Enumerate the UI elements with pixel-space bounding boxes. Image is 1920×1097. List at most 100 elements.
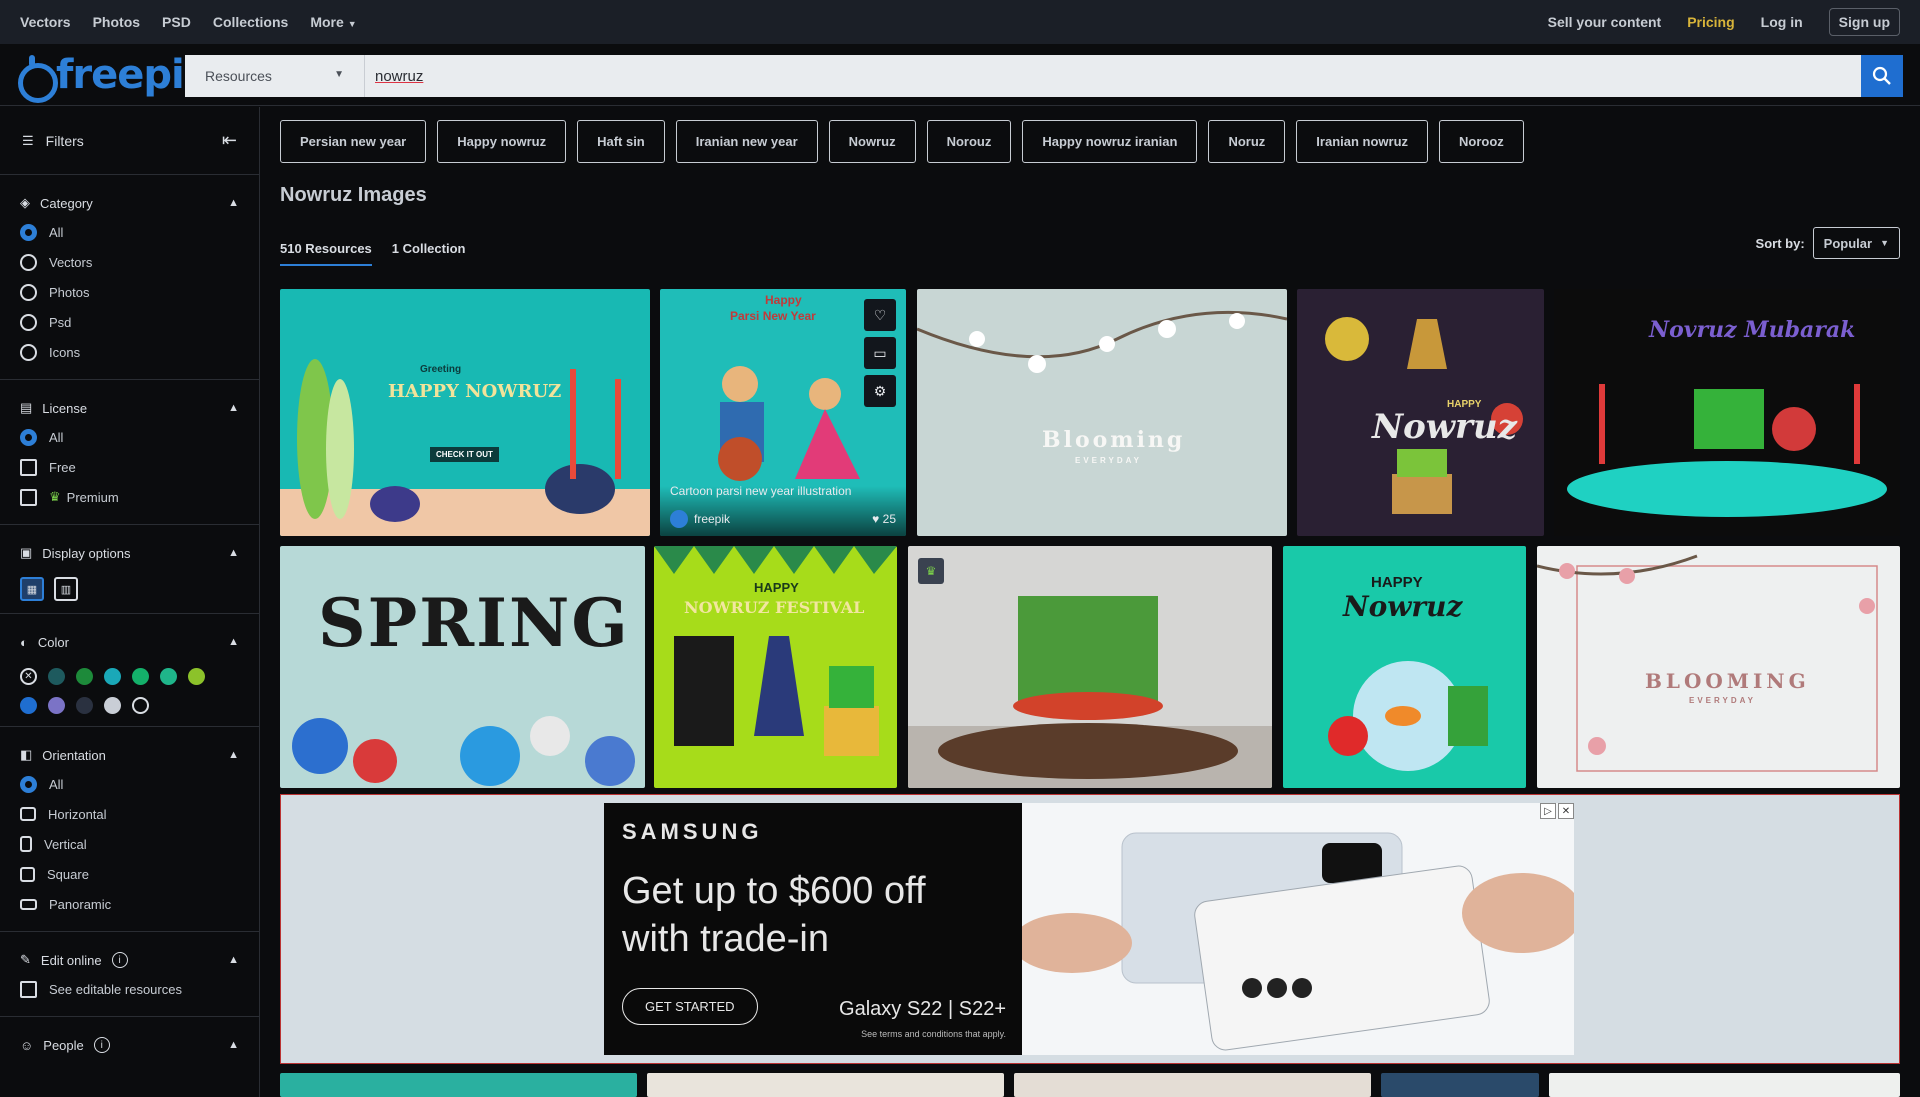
result-thumbnail[interactable] [280, 1073, 637, 1097]
author-name: freepik [694, 512, 731, 526]
category-title-row[interactable]: ◈ Category ▲ [20, 189, 239, 217]
license-option-premium[interactable]: ♛ Premium [20, 482, 239, 512]
orientation-title-row[interactable]: ◧ Orientation ▲ [20, 741, 239, 769]
checkbox [20, 488, 37, 506]
orientation-option-all[interactable]: All [20, 769, 239, 799]
category-option-vectors[interactable]: Vectors [20, 247, 239, 277]
close-icon[interactable]: ✕ [1558, 803, 1574, 819]
color-swatch[interactable] [76, 668, 93, 685]
radio-selected [20, 428, 37, 446]
result-thumbnail[interactable]: HAPPY NOWRUZ FESTIVAL [654, 546, 897, 788]
nav-collections[interactable]: Collections [213, 14, 288, 30]
people-title-row[interactable]: ☺ People i ▲ [20, 1031, 239, 1059]
info-icon[interactable]: i [93, 1037, 110, 1053]
edit-button[interactable]: ⚙ [864, 375, 896, 407]
color-title-row[interactable]: ◐ Color ▲ [20, 628, 239, 656]
save-to-collection-button[interactable]: ▭ [864, 337, 896, 369]
category-option-all[interactable]: All [20, 217, 239, 247]
radio [20, 283, 37, 301]
category-option-icons[interactable]: Icons [20, 337, 239, 367]
result-thumbnail[interactable]: HAPPY Nowruz [1297, 289, 1544, 536]
result-thumbnail[interactable]: Happy Parsi New Year ♡ ▭ ⚙ Cartoon parsi… [660, 289, 906, 536]
freepik-logo[interactable]: freepik [14, 52, 210, 103]
signup-button[interactable]: Sign up [1828, 8, 1900, 36]
color-swatch[interactable] [132, 668, 149, 685]
result-thumbnail[interactable] [1381, 1073, 1539, 1097]
orientation-option-square[interactable]: Square [20, 859, 239, 889]
display-title-row[interactable]: ▣ Display options ▲ [20, 539, 239, 567]
tag-chip[interactable]: Iranian nowruz [1296, 120, 1429, 163]
license-option-all[interactable]: All [20, 422, 239, 452]
like-button[interactable]: ♡ [864, 299, 896, 331]
login-link[interactable]: Log in [1761, 14, 1803, 30]
resource-type-select[interactable]: Resources ▼ [185, 55, 365, 97]
result-thumbnail[interactable]: Greeting HAPPY NOWRUZ CHECK IT OUT [280, 289, 650, 536]
author[interactable]: freepik [670, 510, 730, 528]
checkbox [20, 980, 37, 998]
tag-chip[interactable]: Iranian new year [675, 120, 818, 163]
category-option-photos[interactable]: Photos [20, 277, 239, 307]
tag-chip[interactable]: Noruz [1208, 120, 1286, 163]
sort-label: Sort by: [1755, 235, 1805, 251]
license-option-free[interactable]: Free [20, 452, 239, 482]
no-color-icon[interactable]: ✕ [20, 668, 37, 685]
category-title: Category [40, 195, 93, 211]
tab-collections[interactable]: 1 Collection [392, 241, 466, 266]
nav-psd[interactable]: PSD [162, 14, 191, 30]
tag-chip[interactable]: Happy nowruz iranian [1022, 120, 1198, 163]
orientation-option-panoramic[interactable]: Panoramic [20, 889, 239, 919]
tag-chip[interactable]: Norooz [1439, 120, 1524, 163]
color-swatch[interactable] [132, 697, 149, 714]
result-thumbnail[interactable] [647, 1073, 1004, 1097]
masonry-view-button[interactable]: ▦ [20, 577, 44, 601]
ad-get-started-button[interactable]: GET STARTED [622, 988, 758, 1025]
result-thumbnail[interactable]: Blooming EVERYDAY [917, 289, 1287, 536]
nav-photos[interactable]: Photos [93, 14, 140, 30]
result-thumbnail[interactable]: SPRING [280, 546, 645, 788]
color-swatch[interactable] [104, 697, 121, 714]
result-thumbnail[interactable]: ♛ [908, 546, 1272, 788]
sell-content-link[interactable]: Sell your content [1548, 14, 1662, 30]
info-icon[interactable]: i [111, 952, 128, 968]
tag-chip[interactable]: Haft sin [577, 120, 665, 163]
color-swatch[interactable] [48, 697, 65, 714]
result-thumbnail[interactable]: HAPPY Nowruz [1283, 546, 1526, 788]
color-filter: ◐ Color ▲ ✕ [0, 614, 259, 727]
nav-vectors[interactable]: Vectors [20, 14, 71, 30]
color-swatch[interactable] [160, 668, 177, 685]
result-thumbnail[interactable] [1014, 1073, 1371, 1097]
category-option-psd[interactable]: Psd [20, 307, 239, 337]
nav-more[interactable]: More ▼ [310, 14, 356, 30]
search-input[interactable]: nowruz [365, 68, 423, 85]
collapse-sidebar-icon[interactable]: ⇤ [222, 130, 237, 151]
editable-resources-option[interactable]: See editable resources [20, 974, 239, 1004]
samsung-ad[interactable]: SAMSUNG Get up to $600 off with trade-in… [604, 803, 1574, 1055]
orientation-option-horizontal[interactable]: Horizontal [20, 799, 239, 829]
pricing-link[interactable]: Pricing [1687, 14, 1734, 30]
color-swatch[interactable] [104, 668, 121, 685]
tab-resources[interactable]: 510 Resources [280, 241, 372, 266]
crown-icon: ♛ [49, 489, 61, 504]
category-label: Psd [49, 314, 72, 330]
columns-view-button[interactable]: ▥ [54, 577, 78, 601]
sort-select[interactable]: Popular ▼ [1812, 227, 1900, 259]
edit-online-title-row[interactable]: ✎ Edit online i ▲ [20, 946, 239, 974]
color-swatch[interactable] [20, 697, 37, 714]
ad-choices-icon[interactable]: ▷ [1540, 803, 1556, 819]
result-thumbnail[interactable] [1549, 1073, 1900, 1097]
color-swatch[interactable] [188, 668, 205, 685]
result-thumbnail[interactable]: BLOOMING EVERYDAY [1537, 546, 1900, 788]
display-options-filter: ▣ Display options ▲ ▦ ▥ [0, 525, 259, 614]
tag-chip[interactable]: Norouz [926, 120, 1012, 163]
tag-chip[interactable]: Persian new year [280, 120, 427, 163]
display-title: Display options [42, 545, 131, 561]
orientation-option-vertical[interactable]: Vertical [20, 829, 239, 859]
color-swatch[interactable] [76, 697, 93, 714]
search-button[interactable] [1861, 55, 1903, 97]
license-title-row[interactable]: ▤ License ▲ [20, 394, 239, 422]
color-swatch[interactable] [48, 668, 65, 685]
tag-chip[interactable]: Nowruz [828, 120, 916, 163]
result-thumbnail[interactable]: Novruz Mubarak [1554, 289, 1900, 536]
tag-chip[interactable]: Happy nowruz [437, 120, 567, 163]
license-icon: ▤ [20, 400, 33, 415]
